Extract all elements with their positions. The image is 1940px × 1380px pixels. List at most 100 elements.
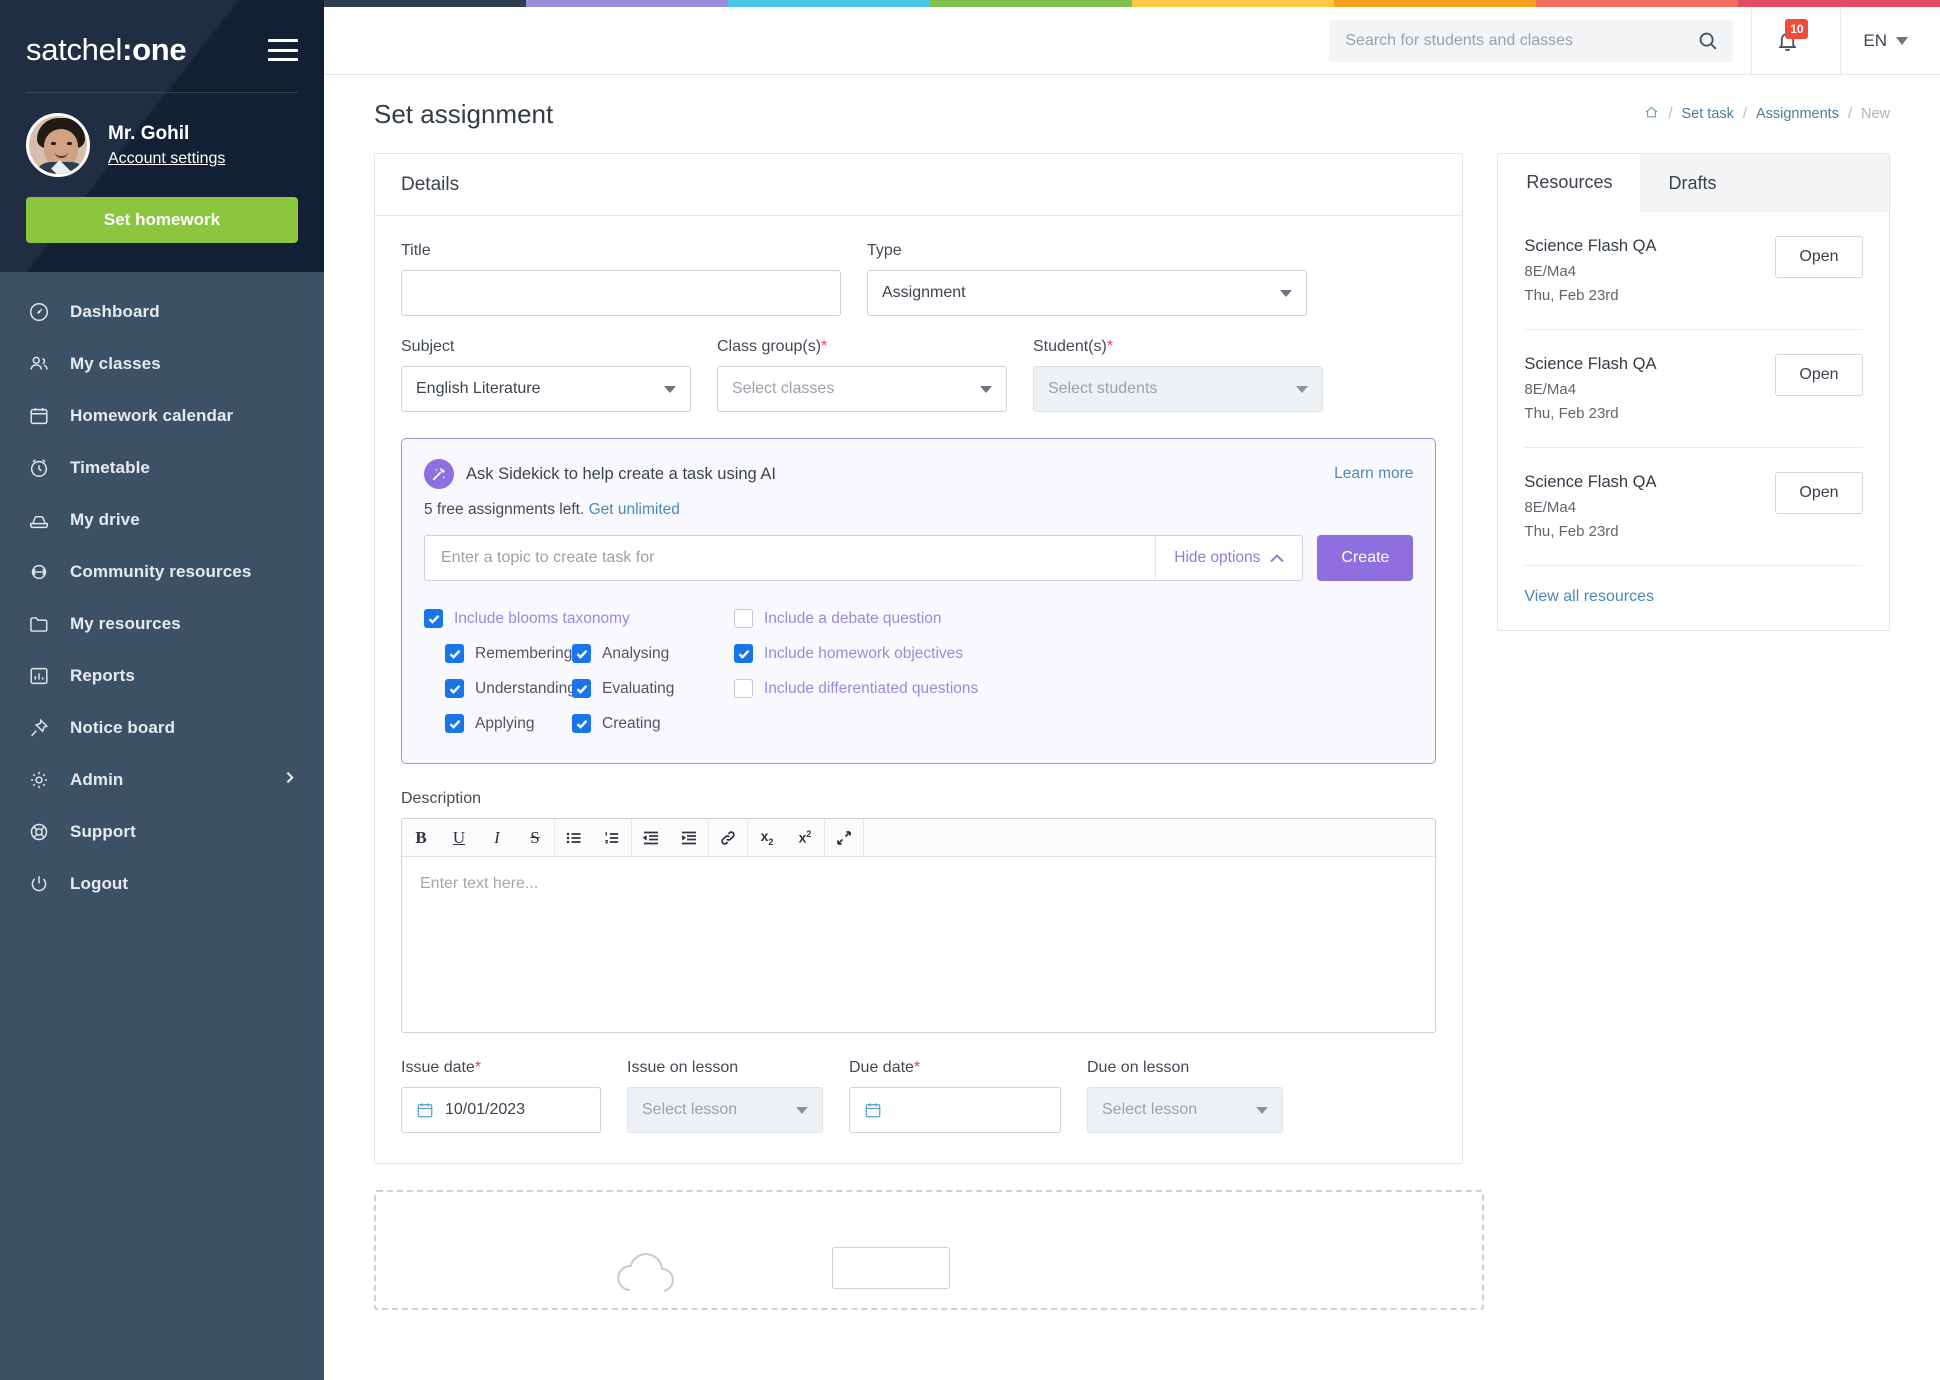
sidekick-topic-input[interactable] [425, 549, 1156, 567]
view-all-resources-link[interactable]: View all resources [1524, 588, 1654, 605]
checkbox-checked-icon[interactable] [572, 679, 591, 698]
breadcrumb-assignments[interactable]: Assignments [1756, 106, 1839, 122]
open-button[interactable]: Open [1775, 236, 1863, 278]
editor-toolbar: B U I S x2 x2 [402, 819, 1436, 857]
notification-badge: 10 [1785, 18, 1809, 39]
indent-icon[interactable] [670, 830, 708, 846]
checkbox-checked-icon[interactable] [445, 644, 464, 663]
sidebar-item-label: Reports [70, 666, 135, 685]
subject-select[interactable]: English Literature [401, 366, 691, 412]
notifications-button[interactable]: 10 [1752, 7, 1822, 75]
option-applying[interactable]: Applying [445, 706, 572, 741]
subscript-icon[interactable]: x2 [748, 828, 786, 847]
sidebar-item-reports[interactable]: Reports [0, 650, 324, 702]
student-label: Student(s)* [1033, 338, 1323, 356]
expand-icon[interactable] [825, 830, 863, 846]
student-placeholder: Select students [1048, 380, 1158, 397]
avatar[interactable] [26, 113, 90, 177]
title-input[interactable] [416, 284, 826, 302]
checkbox-checked-icon[interactable] [572, 644, 591, 663]
checkbox-checked-icon[interactable] [424, 609, 443, 628]
get-unlimited-link[interactable]: Get unlimited [589, 501, 680, 518]
set-homework-button[interactable]: Set homework [26, 197, 298, 243]
chevron-down-icon [664, 385, 676, 393]
issue-lesson-select[interactable]: Select lesson [627, 1087, 823, 1133]
issue-date-input[interactable]: 10/01/2023 [401, 1087, 601, 1133]
checkbox-checked-icon[interactable] [445, 679, 464, 698]
sidebar-item-dashboard[interactable]: Dashboard [0, 286, 324, 338]
option-homework-objectives[interactable]: Include homework objectives [734, 636, 1413, 671]
numbered-list-icon[interactable] [593, 830, 631, 846]
sidebar-item-support[interactable]: Support [0, 806, 324, 858]
class-placeholder: Select classes [732, 380, 835, 397]
bullet-list-icon[interactable] [555, 830, 593, 846]
option-analysing[interactable]: Analysing [572, 636, 720, 671]
details-card-body: Title Type Assignment Subject English Li… [375, 216, 1462, 1163]
resource-class: 8E/Ma4 [1524, 380, 1577, 398]
sidebar-item-label: Homework calendar [70, 406, 234, 425]
account-settings-link[interactable]: Account settings [108, 150, 225, 168]
create-button[interactable]: Create [1317, 535, 1414, 581]
sidebar-item-my-resources[interactable]: My resources [0, 598, 324, 650]
sidebar-item-my-drive[interactable]: My drive [0, 494, 324, 546]
search-box[interactable] [1329, 19, 1734, 62]
sidekick-title-group: Ask Sidekick to help create a task using… [424, 459, 776, 489]
resource-name: Science Flash QA [1524, 237, 1657, 255]
resource-info: Science Flash QA 8E/Ma4 Thu, Feb 23rd [1524, 234, 1656, 309]
tab-drafts[interactable]: Drafts [1640, 154, 1745, 212]
sidebar-item-notice-board[interactable]: Notice board [0, 702, 324, 754]
field-class-groups: Class group(s)* Select classes [717, 338, 1007, 412]
breadcrumb: / Set task / Assignments / New [1644, 105, 1890, 124]
description-textarea[interactable]: Enter text here... [402, 857, 1435, 1032]
superscript-icon[interactable]: x2 [786, 829, 824, 846]
student-select[interactable]: Select students [1033, 366, 1323, 412]
attachment-dropzone[interactable] [374, 1190, 1484, 1310]
open-button[interactable]: Open [1775, 472, 1863, 515]
bold-icon[interactable]: B [402, 828, 440, 848]
sidekick-topic-wrap[interactable]: Hide options [424, 535, 1304, 581]
due-date-input[interactable] [849, 1087, 1061, 1133]
strikethrough-icon[interactable]: S [516, 828, 554, 848]
type-select[interactable]: Assignment [867, 270, 1307, 316]
learn-more-link[interactable]: Learn more [1334, 465, 1413, 483]
checkbox-checked-icon[interactable] [572, 714, 591, 733]
option-blooms-taxonomy[interactable]: Include blooms taxonomy [424, 601, 734, 636]
option-debate-question[interactable]: Include a debate question [734, 601, 1413, 636]
italic-icon[interactable]: I [478, 828, 516, 848]
outdent-icon[interactable] [632, 830, 670, 846]
language-selector[interactable]: EN [1841, 31, 1916, 51]
resource-info: Science Flash QA 8E/Ma4 Thu, Feb 23rd [1524, 352, 1656, 427]
due-lesson-select[interactable]: Select lesson [1087, 1087, 1283, 1133]
checkbox-checked-icon[interactable] [734, 644, 753, 663]
hide-options-toggle[interactable]: Hide options [1155, 536, 1302, 580]
link-icon[interactable] [709, 830, 747, 846]
class-select[interactable]: Select classes [717, 366, 1007, 412]
sidebar-item-label: Support [70, 822, 136, 841]
title-input-wrap[interactable] [401, 270, 841, 316]
breadcrumb-set-task[interactable]: Set task [1682, 106, 1734, 122]
user-block: Mr. Gohil Account settings [0, 93, 324, 177]
option-understanding[interactable]: Understanding [445, 671, 576, 706]
search-input[interactable] [1345, 31, 1698, 50]
sidebar-item-my-classes[interactable]: My classes [0, 338, 324, 390]
option-differentiated-questions[interactable]: Include differentiated questions [734, 671, 1413, 706]
tab-resources[interactable]: Resources [1498, 154, 1641, 212]
sidebar-item-admin[interactable]: Admin [0, 754, 324, 806]
menu-toggle-icon[interactable] [268, 39, 298, 61]
home-icon[interactable] [1644, 105, 1659, 124]
sidebar-item-timetable[interactable]: Timetable [0, 442, 324, 494]
underline-icon[interactable]: U [440, 828, 478, 848]
sidebar-item-logout[interactable]: Logout [0, 858, 324, 910]
checkbox-unchecked-icon[interactable] [734, 609, 753, 628]
checkbox-unchecked-icon[interactable] [734, 679, 753, 698]
browse-files-button[interactable] [832, 1247, 950, 1289]
sidebar-item-homework-calendar[interactable]: Homework calendar [0, 390, 324, 442]
option-remembering[interactable]: Remembering [445, 636, 572, 671]
checkbox-checked-icon[interactable] [445, 714, 464, 733]
option-creating[interactable]: Creating [572, 706, 720, 741]
open-button[interactable]: Open [1775, 354, 1863, 397]
sidebar-item-community-resources[interactable]: Community resources [0, 546, 324, 598]
search-icon[interactable] [1697, 30, 1719, 52]
app-logo[interactable]: satchel:one [26, 32, 187, 68]
option-evaluating[interactable]: Evaluating [572, 671, 720, 706]
